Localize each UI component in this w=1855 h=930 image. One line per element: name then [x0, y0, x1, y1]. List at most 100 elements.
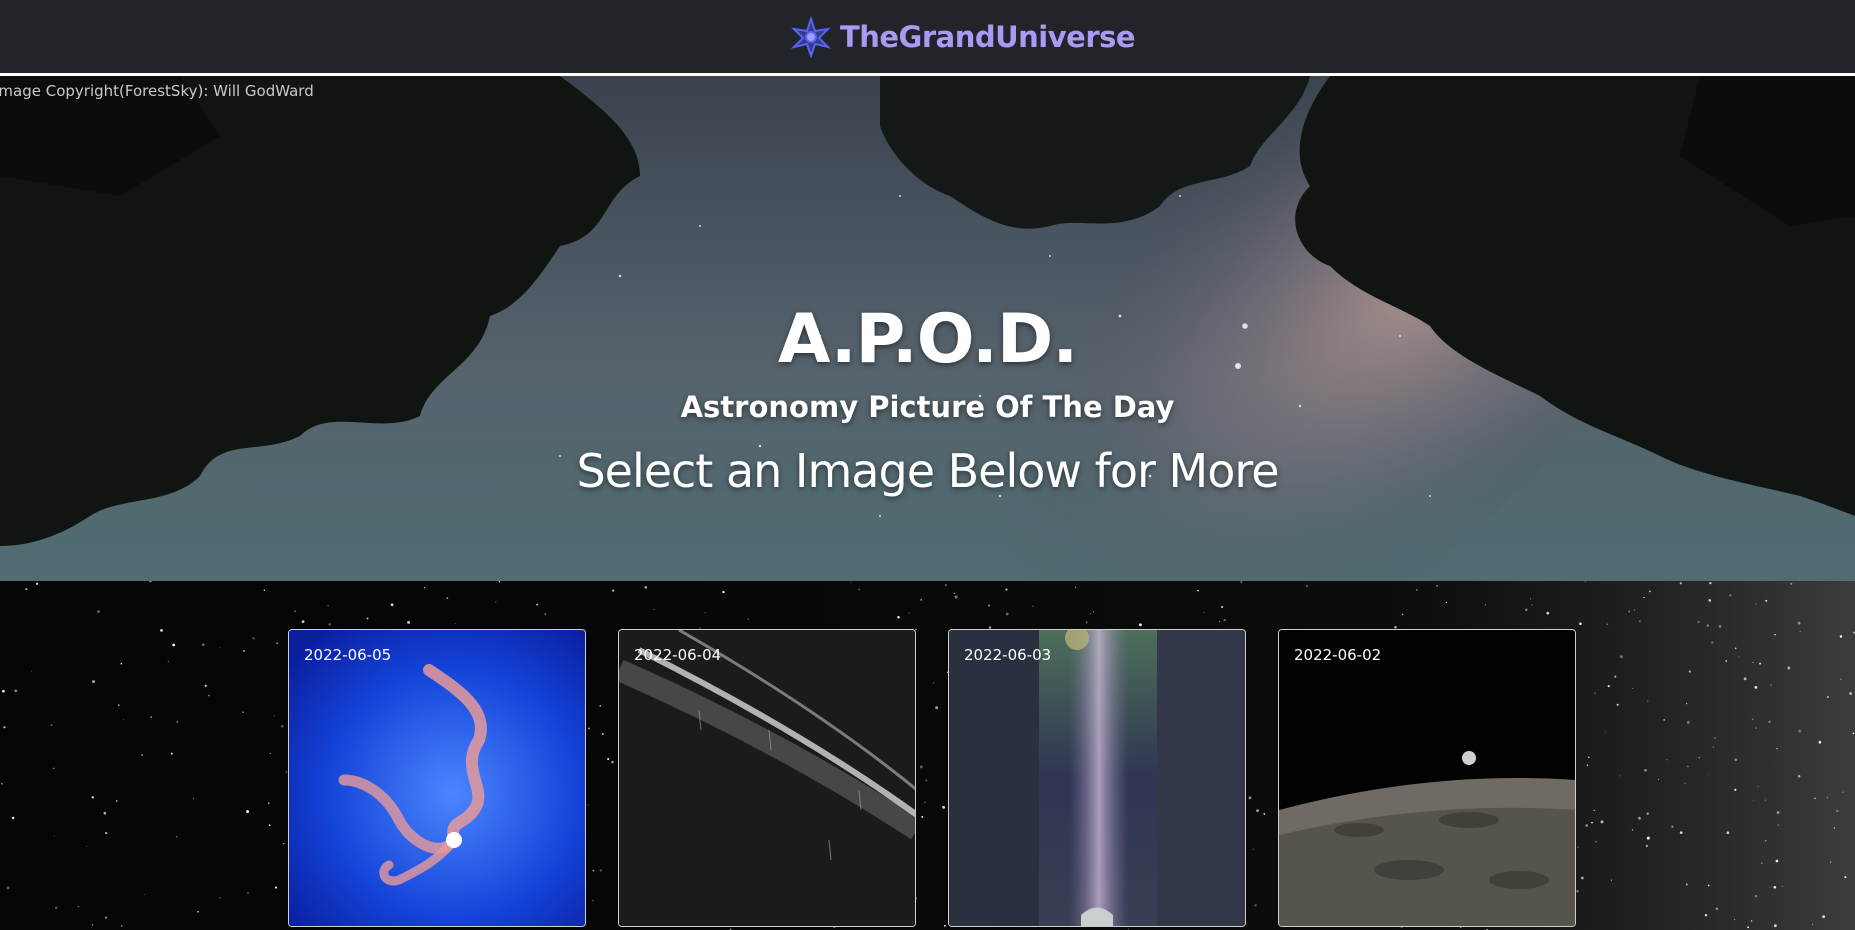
- background-star: [1698, 756, 1701, 759]
- background-star: [1580, 876, 1584, 880]
- background-star: [86, 845, 88, 847]
- background-star: [121, 925, 123, 927]
- background-star: [0, 782, 3, 785]
- background-star: [1666, 759, 1668, 761]
- background-star: [176, 721, 179, 723]
- background-star: [1743, 677, 1747, 681]
- apod-card-2022-06-02[interactable]: 2022-06-02: [1278, 629, 1576, 927]
- background-star: [1826, 797, 1829, 799]
- background-star: [268, 824, 271, 827]
- background-star: [987, 604, 991, 607]
- apod-card-2022-06-04[interactable]: 2022-06-04: [618, 629, 916, 927]
- background-star: [1777, 824, 1780, 827]
- hero-banner: Image Copyright(ForestSky): Will GodWard…: [0, 76, 1855, 581]
- background-star: [1252, 848, 1254, 850]
- background-star: [1576, 889, 1579, 893]
- background-star: [103, 811, 107, 815]
- background-star: [446, 597, 449, 599]
- background-star: [219, 646, 221, 648]
- background-star: [1734, 788, 1737, 791]
- apod-card-2022-06-05[interactable]: 2022-06-05: [288, 629, 586, 927]
- background-star: [1531, 604, 1533, 606]
- background-star: [1638, 620, 1641, 623]
- background-star: [247, 891, 249, 894]
- background-star: [1840, 678, 1842, 681]
- background-star: [1765, 839, 1767, 842]
- background-star: [944, 583, 948, 587]
- background-star: [423, 587, 426, 589]
- background-star: [192, 798, 194, 800]
- background-star: [1092, 611, 1095, 613]
- background-star: [123, 719, 125, 721]
- starfield-background: [0, 581, 1855, 930]
- background-star: [915, 628, 917, 631]
- hero-title: A.P.O.D.: [777, 300, 1078, 379]
- background-star: [390, 603, 394, 607]
- background-star: [1632, 688, 1634, 689]
- background-star: [1401, 613, 1404, 616]
- apod-thumbnail-image: [289, 630, 585, 926]
- background-star: [1697, 620, 1700, 624]
- background-star: [1760, 862, 1763, 865]
- background-star: [1773, 885, 1777, 889]
- background-star: [611, 760, 614, 764]
- background-star: [294, 610, 296, 612]
- background-star: [1577, 846, 1579, 848]
- background-star: [1646, 812, 1649, 815]
- background-star: [92, 680, 96, 684]
- background-star: [454, 623, 456, 625]
- background-star: [908, 612, 910, 614]
- background-star: [54, 906, 58, 910]
- background-star: [170, 752, 173, 755]
- background-star: [1686, 765, 1689, 768]
- background-star: [242, 649, 245, 652]
- card-date: 2022-06-04: [634, 646, 722, 664]
- background-star: [273, 715, 275, 717]
- background-star: [1643, 596, 1645, 599]
- background-star: [1445, 601, 1448, 604]
- background-star: [601, 733, 604, 735]
- background-star: [1649, 590, 1651, 593]
- background-star: [1797, 621, 1801, 625]
- apod-card-2022-06-03[interactable]: 2022-06-03: [948, 629, 1246, 927]
- background-star: [1610, 879, 1612, 881]
- background-star: [1248, 796, 1252, 800]
- background-star: [1822, 915, 1826, 919]
- background-star: [644, 586, 648, 589]
- background-star: [283, 842, 285, 845]
- background-star: [1790, 582, 1793, 585]
- background-star: [1606, 623, 1609, 626]
- background-star: [1679, 831, 1683, 834]
- background-star: [1799, 630, 1801, 633]
- background-star: [1671, 825, 1674, 828]
- background-star: [167, 661, 169, 663]
- background-star: [1688, 670, 1691, 673]
- background-star: [1436, 585, 1439, 587]
- background-star: [1594, 692, 1596, 694]
- background-star: [50, 724, 53, 726]
- background-star: [1197, 589, 1199, 592]
- brand-link[interactable]: TheGrandUniverse: [790, 15, 1136, 58]
- background-star: [1827, 696, 1829, 698]
- background-star: [1586, 764, 1589, 766]
- background-star: [1734, 647, 1737, 650]
- background-star: [1708, 599, 1712, 602]
- background-star: [144, 894, 145, 895]
- gallery-section: 2022-06-05 2022-06-04 2022-06-03 2022-06…: [0, 581, 1855, 930]
- apod-thumbnail-image: [619, 630, 915, 926]
- background-star: [611, 589, 615, 592]
- background-star: [919, 765, 923, 769]
- background-star: [1631, 829, 1634, 831]
- background-star: [1714, 737, 1716, 739]
- background-star: [1755, 727, 1757, 729]
- background-star: [201, 643, 205, 647]
- background-star: [1712, 746, 1715, 748]
- background-star: [925, 779, 928, 782]
- background-star: [1715, 907, 1719, 910]
- background-star: [495, 601, 497, 603]
- background-star: [1775, 859, 1779, 863]
- background-star: [1774, 633, 1776, 636]
- background-star: [1593, 809, 1595, 811]
- background-star: [1646, 836, 1650, 840]
- navbar: TheGrandUniverse: [0, 0, 1855, 76]
